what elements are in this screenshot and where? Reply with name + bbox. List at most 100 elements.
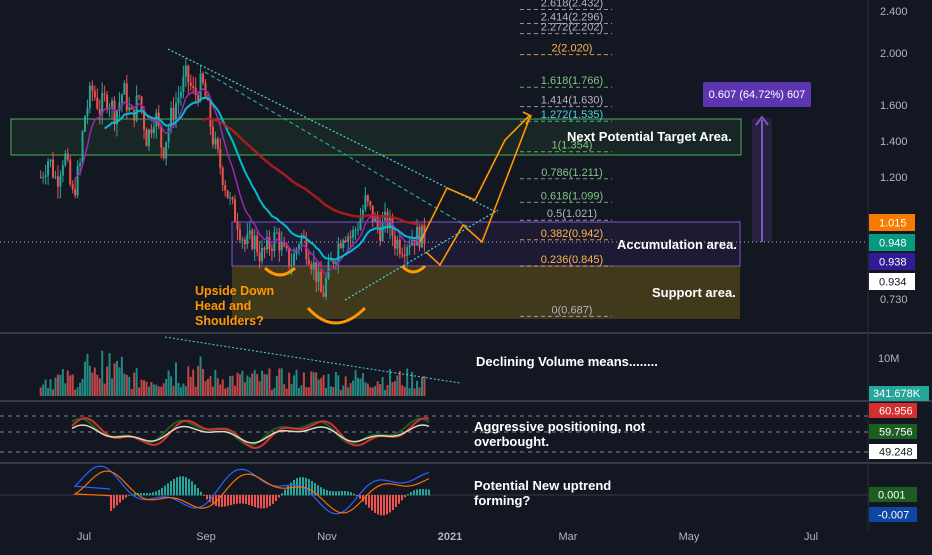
- volume-bar: [98, 378, 101, 396]
- volume-bar: [206, 378, 209, 396]
- volume-bar: [147, 386, 150, 396]
- macd-histogram-bar: [404, 495, 406, 498]
- macd-annotation-line1: Potential New uptrend: [474, 478, 611, 493]
- volume-bar: [133, 372, 136, 396]
- candle-body: [174, 103, 177, 120]
- volume-bar: [352, 380, 355, 396]
- candle-body: [71, 184, 74, 190]
- candle-body: [263, 247, 266, 250]
- volume-bar: [290, 383, 293, 396]
- volume-bar: [300, 385, 303, 396]
- volume-bar: [420, 377, 423, 396]
- candle-body: [125, 83, 128, 111]
- volume-bar: [342, 385, 345, 396]
- candle-body: [54, 176, 57, 178]
- volume-bar: [224, 388, 227, 396]
- volume-bar: [52, 389, 55, 396]
- candle-body: [172, 107, 175, 120]
- macd-histogram-bar: [173, 478, 175, 496]
- volume-bar: [108, 353, 111, 396]
- candle-body: [145, 129, 148, 147]
- macd-histogram-bar: [266, 495, 268, 508]
- rsi-value-label: 59.756: [879, 427, 913, 439]
- macd-histogram-bar: [374, 495, 376, 513]
- volume-bar: [293, 375, 296, 396]
- volume-bar: [42, 384, 45, 396]
- candle-body: [52, 159, 55, 178]
- candle-body: [49, 159, 52, 162]
- macd-histogram-bar: [233, 495, 235, 505]
- volume-bar: [347, 387, 350, 396]
- candle-body: [42, 177, 45, 179]
- macd-histogram-bar: [377, 495, 379, 515]
- macd-histogram-bar: [326, 490, 328, 496]
- macd-histogram-bar: [281, 493, 283, 496]
- volume-bar: [211, 386, 214, 396]
- macd-histogram-bar: [329, 490, 331, 496]
- volume-bar: [310, 371, 313, 396]
- candle-body: [88, 85, 91, 108]
- volume-bar: [315, 372, 318, 396]
- volume-last-badge: 341.678K: [869, 386, 929, 401]
- candle-body: [320, 271, 323, 293]
- volume-bar: [125, 374, 128, 396]
- candle-body: [241, 239, 244, 241]
- candle-body: [224, 185, 227, 191]
- macd-histogram-bar: [305, 477, 307, 496]
- volume-bar: [93, 367, 96, 396]
- macd-histogram-bar: [203, 495, 205, 496]
- volume-bar: [152, 384, 155, 396]
- macd-histogram-bar: [179, 476, 181, 496]
- macd-histogram-bar: [206, 495, 208, 500]
- volume-bar: [408, 388, 411, 396]
- time-tick-label: 2021: [438, 531, 462, 543]
- macd-histogram-bar: [155, 491, 157, 496]
- volume-bar: [297, 387, 300, 396]
- volume-bar: [150, 382, 153, 396]
- macd-histogram-bar: [170, 480, 172, 496]
- volume-bar: [320, 378, 323, 396]
- macd-histogram-bar: [344, 491, 346, 496]
- candle-body: [322, 292, 325, 297]
- candle-body: [325, 278, 328, 297]
- volume-bar: [103, 383, 106, 396]
- macd-histogram-bar: [167, 483, 169, 496]
- target-area-label: Next Potential Target Area.: [567, 129, 732, 144]
- candle-body: [315, 262, 318, 282]
- volume-bar: [270, 389, 273, 396]
- candle-body: [199, 73, 202, 101]
- volume-bar: [413, 388, 416, 396]
- macd-histogram-bar: [113, 495, 115, 509]
- candle-body: [408, 245, 411, 248]
- volume-bar: [184, 386, 187, 396]
- volume-bar: [403, 386, 406, 396]
- macd-histogram-bar: [425, 489, 427, 496]
- volume-bar: [111, 378, 114, 396]
- fib-label-4: 1.618(1.766): [541, 75, 603, 87]
- candle-body: [69, 159, 72, 185]
- volume-bar: [241, 370, 244, 396]
- candle-body: [357, 229, 360, 231]
- candle-body: [194, 87, 197, 96]
- candle-body: [416, 226, 419, 246]
- rsi-annotation-line1: Aggressive positioning, not: [474, 419, 646, 434]
- candle-body: [91, 85, 94, 91]
- macd-histogram-bar: [194, 484, 196, 496]
- volume-bar: [354, 370, 357, 396]
- candle-body: [103, 93, 106, 95]
- candle-body: [182, 76, 185, 92]
- time-tick-label: Jul: [804, 531, 818, 543]
- price-tick-label: 0.730: [880, 294, 908, 306]
- volume-bar: [118, 367, 121, 396]
- macd-histogram-bar: [392, 495, 394, 510]
- price-tick-label: 1.400: [880, 136, 908, 148]
- macd-histogram-bar: [251, 495, 253, 507]
- candle-body: [133, 109, 136, 121]
- candle-body: [371, 205, 374, 222]
- macd-histogram-bar: [191, 481, 193, 496]
- macd-histogram-bar: [164, 485, 166, 496]
- price-badge-label: 0.934: [879, 277, 907, 289]
- candle-body: [406, 247, 409, 256]
- rsi-value-label: 49.248: [879, 447, 913, 459]
- volume-bar: [305, 387, 308, 396]
